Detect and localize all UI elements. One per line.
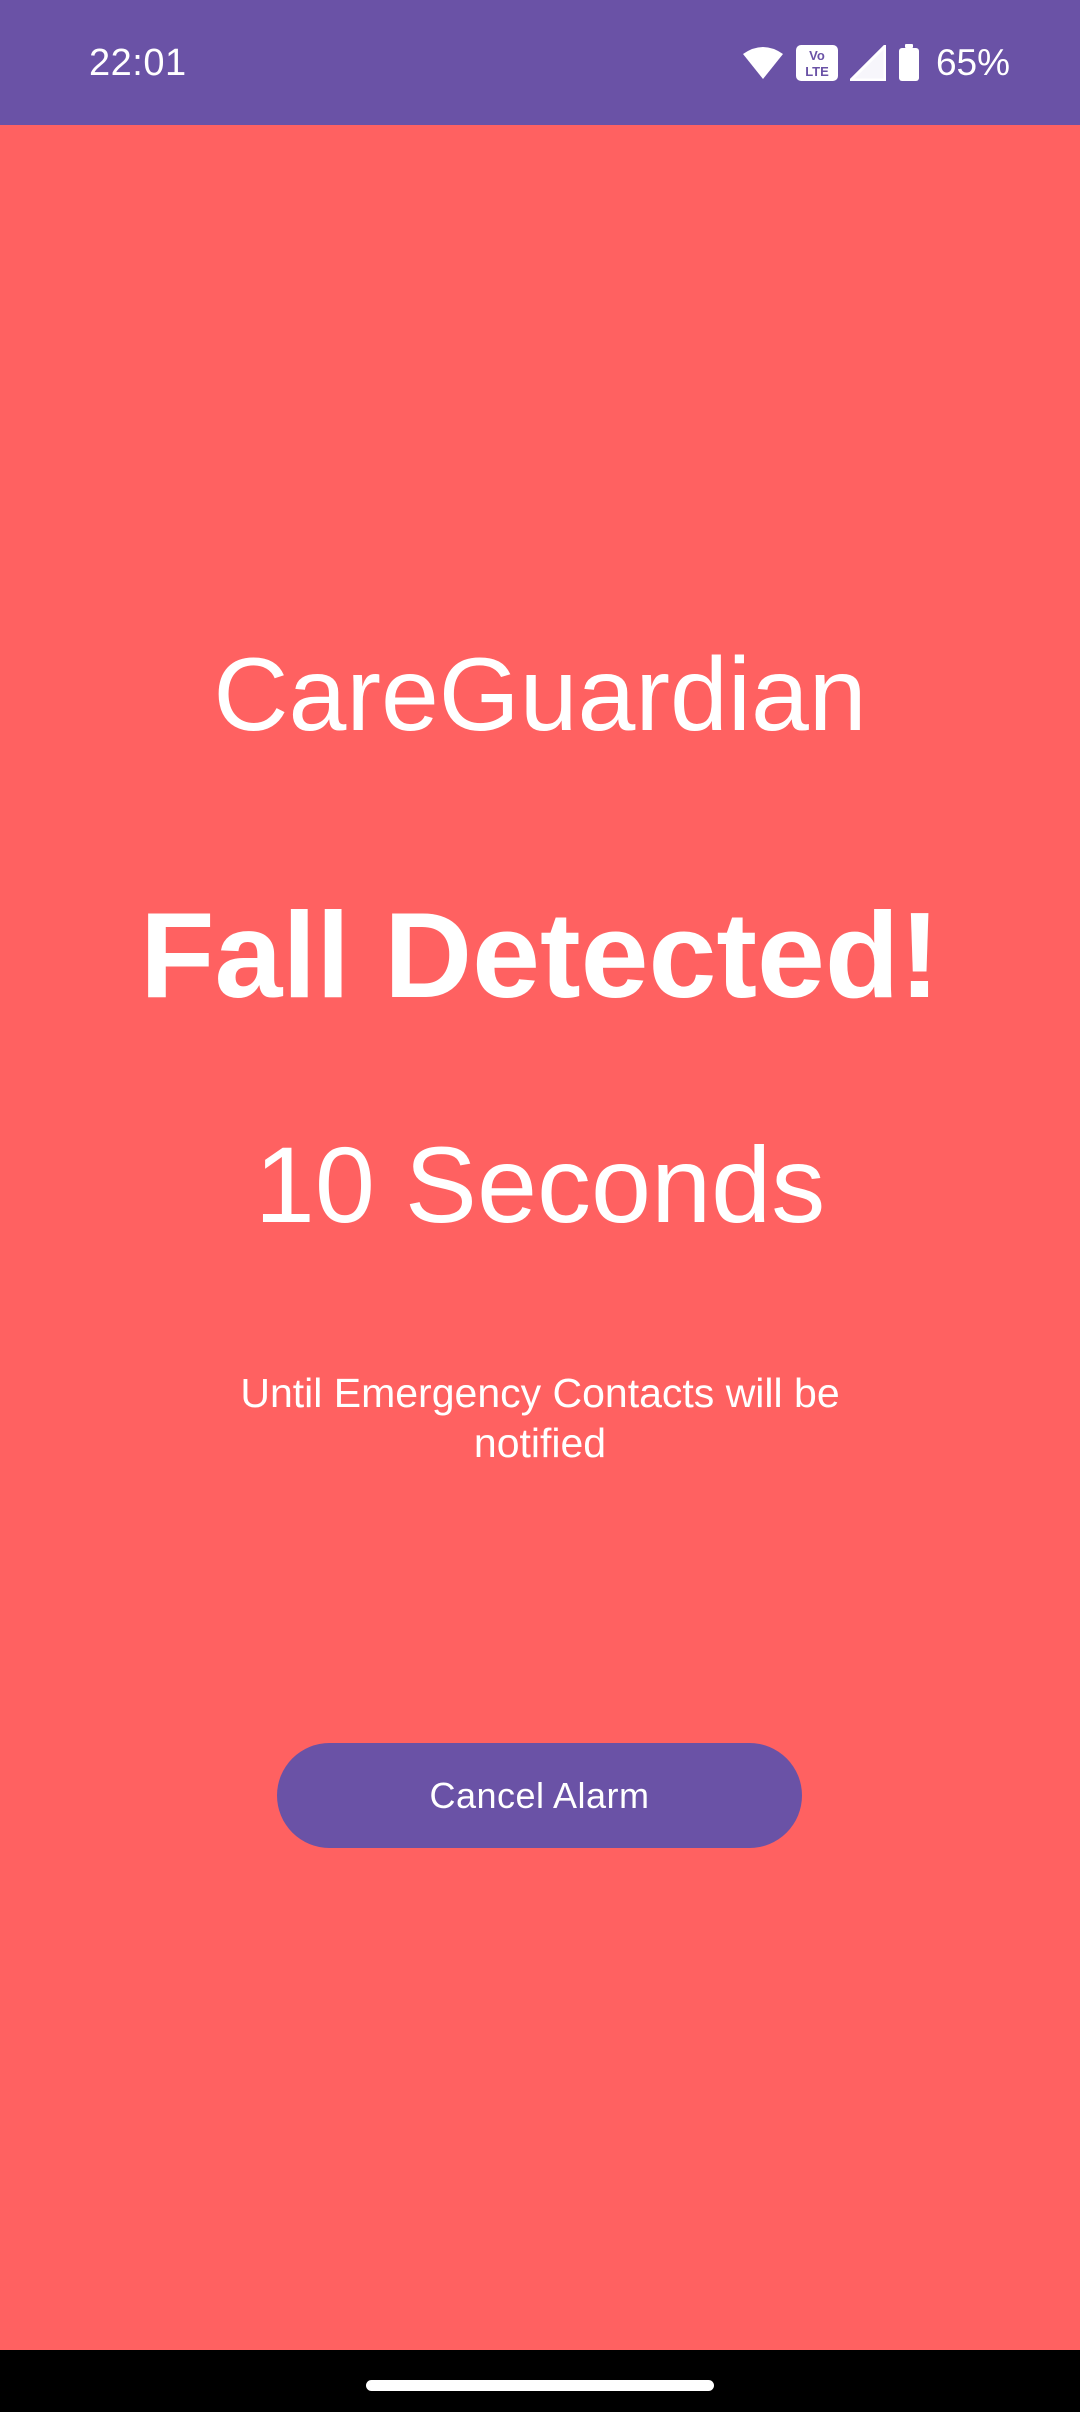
wifi-icon <box>742 46 784 80</box>
volte-icon: Vo LTE <box>795 45 838 81</box>
status-icons: Vo LTE 65% <box>742 38 1010 88</box>
navigation-bar <box>0 2350 1080 2412</box>
cancel-alarm-button[interactable]: Cancel Alarm <box>277 1743 802 1848</box>
battery-percent: 65% <box>935 42 1010 83</box>
alert-heading: Fall Detected! <box>140 887 940 1023</box>
home-gesture-handle[interactable] <box>366 2380 714 2391</box>
status-bar: 22:01 Vo LTE 65% <box>0 0 1080 125</box>
cellular-signal-icon <box>849 45 886 81</box>
notification-message: Until Emergency Contacts will be notifie… <box>240 1370 840 1466</box>
battery-icon <box>898 44 920 82</box>
svg-text:Vo: Vo <box>809 48 825 63</box>
alert-content: CareGuardian Fall Detected! 10 Seconds U… <box>0 125 1080 2350</box>
countdown-text: 10 Seconds <box>254 1124 826 1245</box>
status-time: 22:01 <box>89 42 187 84</box>
fall-alert-screen: 22:01 Vo LTE 65% CareGuardian Fall Detec… <box>0 0 1080 2412</box>
svg-text:LTE: LTE <box>805 64 829 79</box>
app-title: CareGuardian <box>213 637 867 753</box>
